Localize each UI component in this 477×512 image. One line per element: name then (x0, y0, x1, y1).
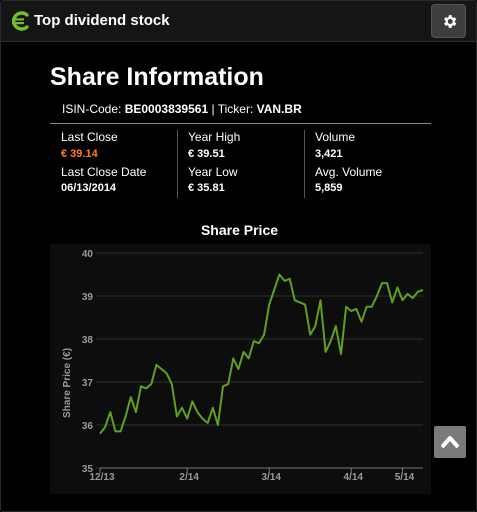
settings-button[interactable] (431, 4, 466, 38)
last-close-label: Last Close (61, 130, 118, 144)
isin-ticker-line: ISIN-Code: BE0003839561 | Ticker: VAN.BR (62, 102, 302, 116)
share-price-chart: 35363738394012/13 2/14 3/14 4/14 5/14 Share … (50, 244, 431, 494)
year-low-label: Year Low (188, 165, 238, 179)
year-high-value: € 39.51 (188, 148, 225, 160)
y-tick-label: 39 (82, 292, 94, 303)
x-tick-label: 3/14 (261, 472, 281, 483)
avg-volume-value: 5,859 (315, 182, 343, 194)
x-tick-label: 5/14 (395, 472, 415, 483)
volume-label: Volume (315, 130, 356, 144)
ticker-label: Ticker: (217, 102, 254, 116)
page-title: Share Information (50, 63, 264, 91)
x-tick-label: 4/14 (343, 472, 363, 483)
separator: | (211, 102, 215, 116)
euro-logo-icon[interactable] (12, 11, 30, 31)
y-axis-label: Share Price (€) (62, 348, 73, 418)
volume-value: 3,421 (315, 148, 343, 160)
divider (50, 123, 431, 124)
year-low-value: € 35.81 (188, 182, 225, 194)
isin-value: BE0003839561 (124, 102, 209, 116)
ticker-value: VAN.BR (256, 102, 302, 116)
x-tick-label: 2/14 (179, 472, 199, 483)
app-frame: Top dividend stock Share Information ISI… (0, 0, 477, 512)
year-high-label: Year High (188, 130, 241, 144)
stats-column-volume: Volume 3,421 Avg. Volume 5,859 (304, 130, 431, 198)
chart-background (50, 244, 431, 494)
last-close-value: € 39.14 (61, 148, 98, 160)
header-bar: Top dividend stock (1, 1, 476, 42)
app-title[interactable]: Top dividend stock (34, 12, 170, 29)
avg-volume-label: Avg. Volume (315, 165, 383, 179)
last-close-date-value: 06/13/2014 (61, 182, 117, 194)
y-tick-label: 40 (82, 249, 94, 260)
chevron-up-icon (441, 436, 459, 449)
gear-icon (444, 15, 457, 28)
x-tick-label: 12/13 (89, 472, 114, 483)
stats-column-close: Last Close € 39.14 Last Close Date 06/13… (61, 130, 176, 198)
scroll-to-top-button[interactable] (434, 426, 466, 458)
chart-title: Share Price (200, 222, 279, 238)
stats-column-range: Year High € 39.51 Year Low € 35.81 (177, 130, 304, 198)
y-tick-label: 38 (82, 335, 94, 346)
last-close-date-label: Last Close Date (61, 165, 147, 179)
y-tick-label: 36 (82, 421, 94, 432)
isin-label: ISIN-Code: (62, 102, 122, 116)
y-tick-label: 37 (82, 378, 94, 389)
